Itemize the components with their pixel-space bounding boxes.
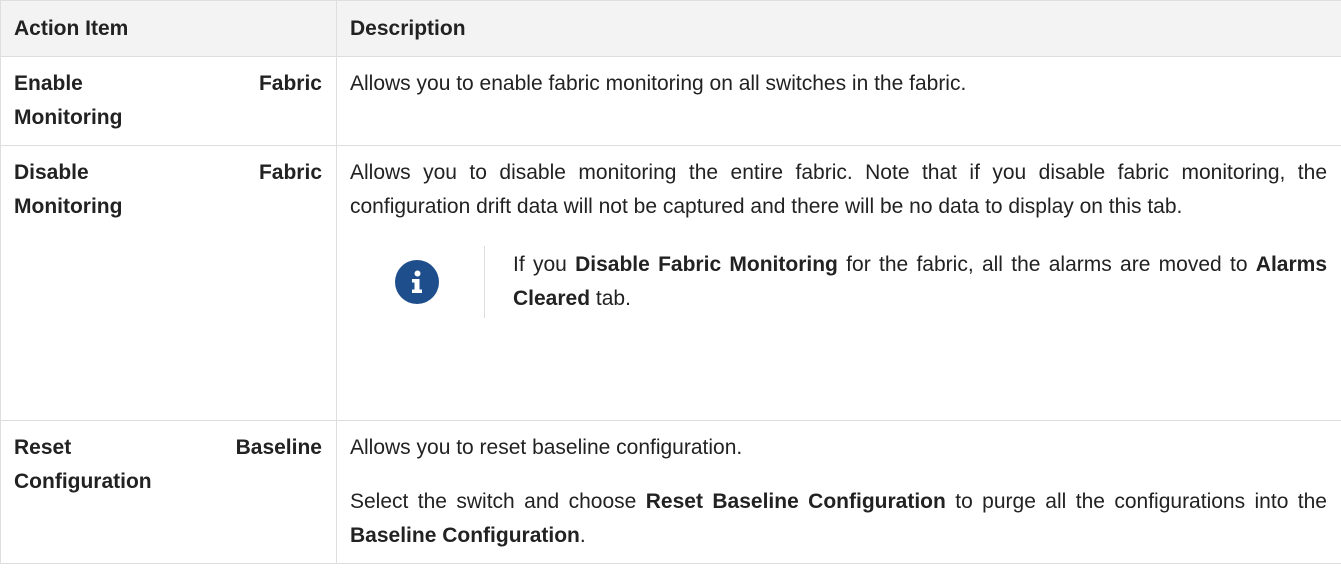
description-text-part: . <box>579 524 586 547</box>
note-text: If you Disable Fabric Monitoring for the… <box>513 248 1327 316</box>
action-label-line2: Configuration <box>14 470 152 493</box>
action-cell-enable-monitoring: Enable Fabric Monitoring <box>0 56 337 146</box>
note-icon-container <box>350 260 484 304</box>
description-text-part: to purge all the configurations into the <box>945 490 1327 513</box>
action-label-line1: Enable Fabric <box>14 72 322 95</box>
note-text-part: for the fabric, all the alarms are moved… <box>837 253 1256 276</box>
header-action-item: Action Item <box>0 0 337 57</box>
note-admonition: If you Disable Fabric Monitoring for the… <box>350 246 1327 318</box>
description-text: Select the switch and choose Reset Basel… <box>350 485 1327 553</box>
bold-reset-baseline-configuration: Reset Baseline Configuration <box>645 490 946 513</box>
info-glyph <box>412 270 422 293</box>
note-body: If you Disable Fabric Monitoring for the… <box>484 246 1327 318</box>
action-label-line2: Monitoring <box>14 195 123 218</box>
table-row: Disable Fabric Monitoring Allows you to … <box>0 145 1341 421</box>
table-header-row: Action Item Description <box>0 0 1341 57</box>
description-text: Allows you to enable fabric monitoring o… <box>350 72 967 95</box>
action-items-table: Action Item Description Enable Fabric Mo… <box>0 0 1341 564</box>
action-cell-reset-baseline: Reset Baseline Configuration <box>0 420 337 564</box>
description-text: Allows you to reset baseline configurati… <box>350 436 743 459</box>
table-row: Enable Fabric Monitoring Allows you to e… <box>0 56 1341 146</box>
description-cell: Allows you to disable monitoring the ent… <box>336 145 1341 421</box>
action-label-line1: Reset Baseline <box>14 436 322 459</box>
description-cell: Allows you to reset baseline configurati… <box>336 420 1341 564</box>
description-text-part: Select the switch and choose <box>350 490 646 513</box>
action-label-line1: Disable Fabric <box>14 161 322 184</box>
note-bold-disable-fabric-monitoring: Disable Fabric Monitoring <box>575 253 838 276</box>
description-text: Allows you to disable monitoring the ent… <box>350 161 1327 218</box>
note-text-part: If you <box>513 253 576 276</box>
bold-baseline-configuration: Baseline Configuration <box>350 524 580 547</box>
action-cell-disable-monitoring: Disable Fabric Monitoring <box>0 145 337 421</box>
table-row: Reset Baseline Configuration Allows you … <box>0 420 1341 564</box>
description-cell: Allows you to enable fabric monitoring o… <box>336 56 1341 146</box>
action-label-line2: Monitoring <box>14 106 123 129</box>
info-icon <box>395 260 439 304</box>
note-text-part: tab. <box>590 287 631 310</box>
header-description: Description <box>336 0 1341 57</box>
